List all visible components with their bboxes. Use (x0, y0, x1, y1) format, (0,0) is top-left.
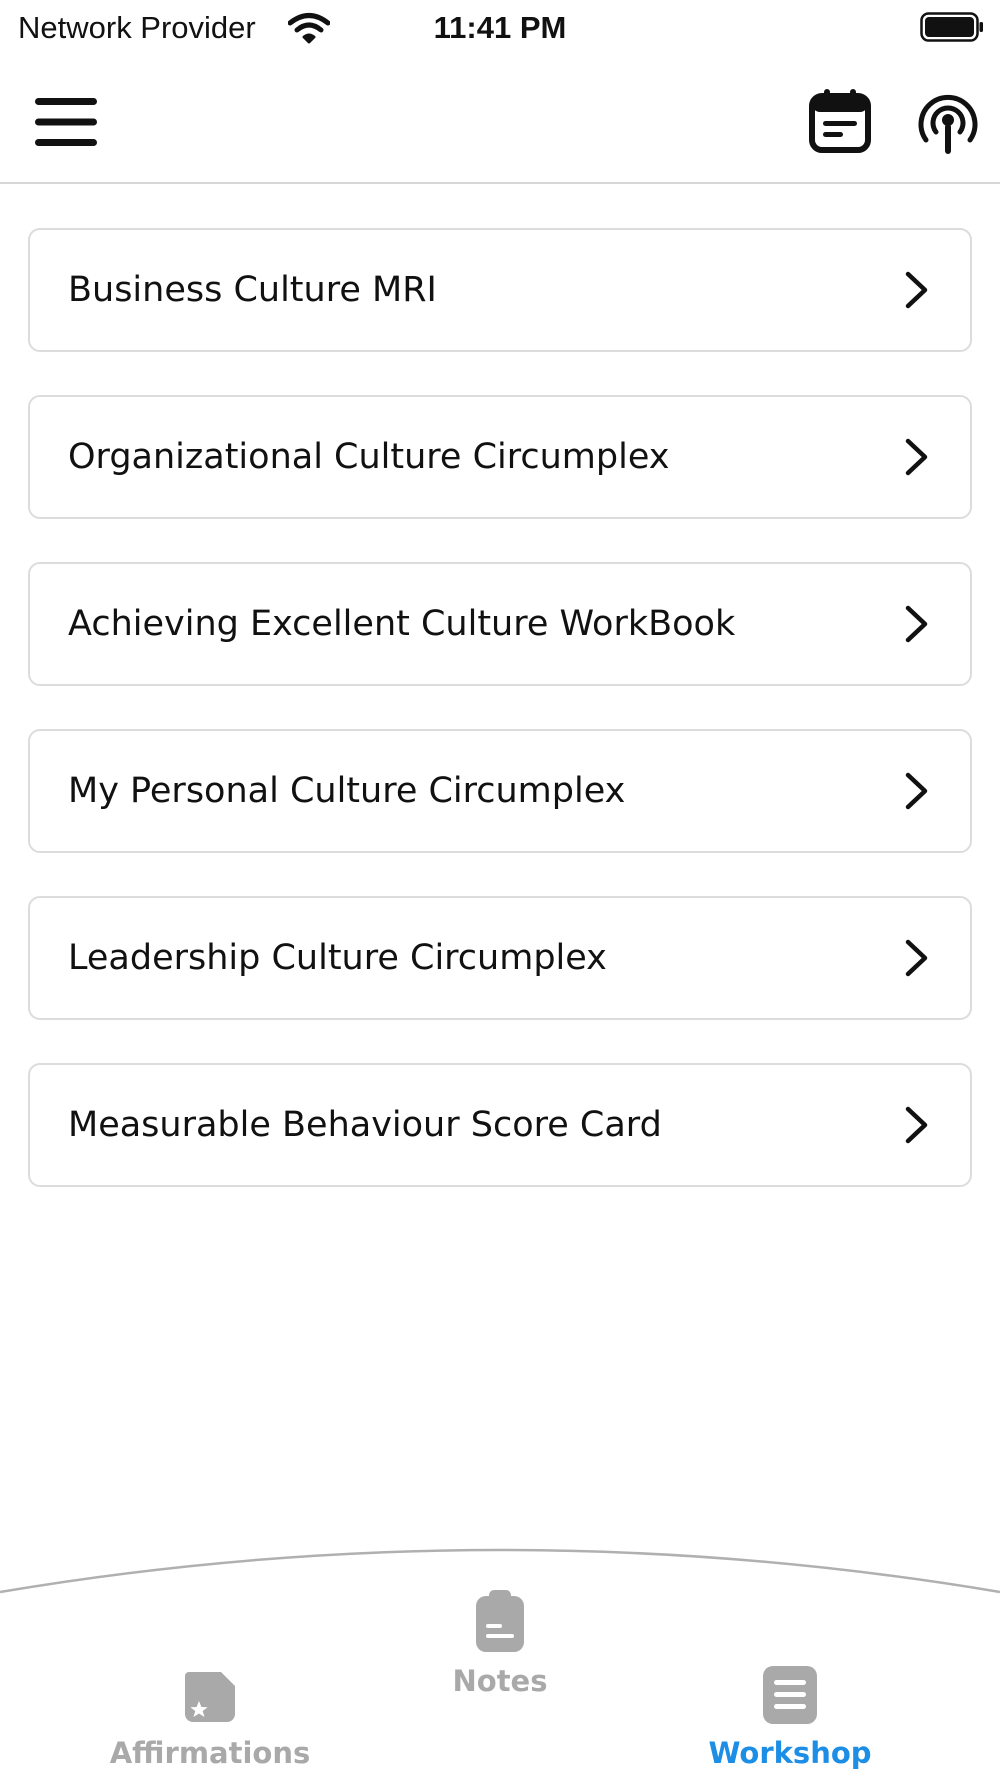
workshop-list: Business Culture MRI Organizational Cult… (28, 228, 972, 1230)
menu-icon (35, 98, 97, 146)
tab-workshop[interactable]: Workshop (680, 1664, 900, 1770)
list-item-measurable-behaviour-score-card[interactable]: Measurable Behaviour Score Card (28, 1063, 972, 1187)
document-icon (763, 1666, 817, 1724)
list-item-business-culture-mri[interactable]: Business Culture MRI (28, 228, 972, 352)
app-header (0, 56, 1000, 184)
list-item-label: Achieving Excellent Culture WorkBook (68, 604, 736, 644)
podcast-button[interactable] (912, 86, 984, 158)
battery-icon (920, 12, 983, 42)
status-time: 11:41 PM (433, 10, 567, 45)
bottom-tab-bar: Affirmations Notes Workshop (0, 1548, 1000, 1778)
tab-label: Affirmations (109, 1736, 311, 1770)
menu-button[interactable] (30, 90, 102, 154)
list-item-organizational-culture-circumplex[interactable]: Organizational Culture Circumplex (28, 395, 972, 519)
list-item-label: Business Culture MRI (68, 270, 437, 310)
chevron-right-icon (905, 438, 928, 476)
tab-notes[interactable]: Notes (400, 1588, 600, 1698)
tab-label: Notes (452, 1664, 548, 1698)
tab-affirmations[interactable]: Affirmations (90, 1664, 330, 1770)
tab-label: Workshop (708, 1736, 872, 1770)
chevron-right-icon (905, 772, 928, 810)
chevron-right-icon (905, 939, 928, 977)
list-item-label: My Personal Culture Circumplex (68, 771, 626, 811)
list-item-label: Leadership Culture Circumplex (68, 938, 607, 978)
status-bar: Network Provider 11:41 PM (0, 0, 1000, 56)
list-item-label: Organizational Culture Circumplex (68, 437, 670, 477)
podcast-icon (918, 94, 978, 154)
affirmation-icon (185, 1672, 235, 1722)
list-item-label: Measurable Behaviour Score Card (68, 1105, 662, 1145)
list-item-achieving-excellent-culture-workbook[interactable]: Achieving Excellent Culture WorkBook (28, 562, 972, 686)
clipboard-icon (476, 1590, 524, 1652)
chevron-right-icon (905, 1106, 928, 1144)
chevron-right-icon (905, 605, 928, 643)
chevron-right-icon (905, 271, 928, 309)
list-item-my-personal-culture-circumplex[interactable]: My Personal Culture Circumplex (28, 729, 972, 853)
calendar-icon (809, 89, 871, 153)
calendar-button[interactable] (804, 86, 876, 158)
list-item-leadership-culture-circumplex[interactable]: Leadership Culture Circumplex (28, 896, 972, 1020)
